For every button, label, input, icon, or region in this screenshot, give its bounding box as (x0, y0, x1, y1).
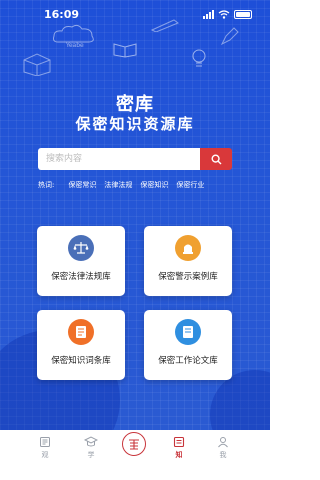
tab-zhi[interactable]: 知 (164, 436, 194, 460)
card-label: 保密法律法规库 (51, 272, 111, 282)
search-input[interactable] (38, 148, 200, 170)
hot-word[interactable]: 保密知识 (140, 180, 168, 190)
user-icon (218, 437, 228, 448)
doodle-box-icon (23, 53, 51, 76)
hot-word[interactable]: 保密常识 (68, 180, 96, 190)
alarm-bell-icon (175, 235, 201, 261)
tab-label: 我 (219, 451, 227, 459)
card-case-library[interactable]: 保密警示案例库 (144, 226, 232, 296)
books-icon (173, 436, 185, 448)
document-icon (68, 319, 94, 345)
card-label: 保密工作论文库 (158, 356, 218, 366)
signal-icon (203, 10, 214, 19)
bottom-tab-bar: 观 学 知 我 (0, 430, 270, 480)
tab-xue[interactable]: 学 (76, 436, 106, 460)
card-law-library[interactable]: 保密法律法规库 (37, 226, 125, 296)
tab-guan[interactable]: 观 (30, 436, 60, 460)
battery-icon (234, 10, 252, 19)
hot-word[interactable]: 保密行业 (176, 180, 204, 190)
seal-logo-icon[interactable] (122, 432, 146, 456)
hot-word[interactable]: 法律法规 (104, 180, 132, 190)
doodle-text: Yeabe (66, 42, 84, 49)
status-time: 16:09 (44, 8, 80, 21)
search-icon (210, 153, 221, 164)
search-bar (38, 148, 232, 170)
card-label: 保密警示案例库 (158, 272, 218, 282)
hero-banner: Yeabe 16:09 密库 保密知识资源库 热词: 保密常识 法律法规 保密知… (0, 0, 270, 430)
app-subtitle: 保密知识资源库 (75, 115, 195, 133)
tab-wo[interactable]: 我 (208, 436, 238, 460)
doodle-lightbulb-icon (192, 49, 206, 67)
scales-icon (68, 235, 94, 261)
doodle-rocket-icon (220, 27, 239, 46)
card-label: 保密知识词条库 (51, 356, 111, 366)
hot-words: 热词: 保密常识 法律法规 保密知识 保密行业 (38, 180, 204, 190)
search-button[interactable] (200, 148, 232, 170)
card-glossary-library[interactable]: 保密知识词条库 (37, 310, 125, 380)
status-bar: 16:09 (0, 8, 270, 24)
wifi-icon (218, 10, 230, 19)
tab-label: 知 (175, 450, 183, 459)
news-icon (40, 437, 50, 447)
doodle-book-icon (113, 43, 137, 58)
card-paper-library[interactable]: 保密工作论文库 (144, 310, 232, 380)
tab-label: 观 (41, 451, 49, 459)
hot-words-label: 热词: (38, 181, 55, 189)
tab-label: 学 (87, 451, 95, 459)
graduation-cap-icon (84, 436, 98, 447)
book-icon (175, 319, 201, 345)
